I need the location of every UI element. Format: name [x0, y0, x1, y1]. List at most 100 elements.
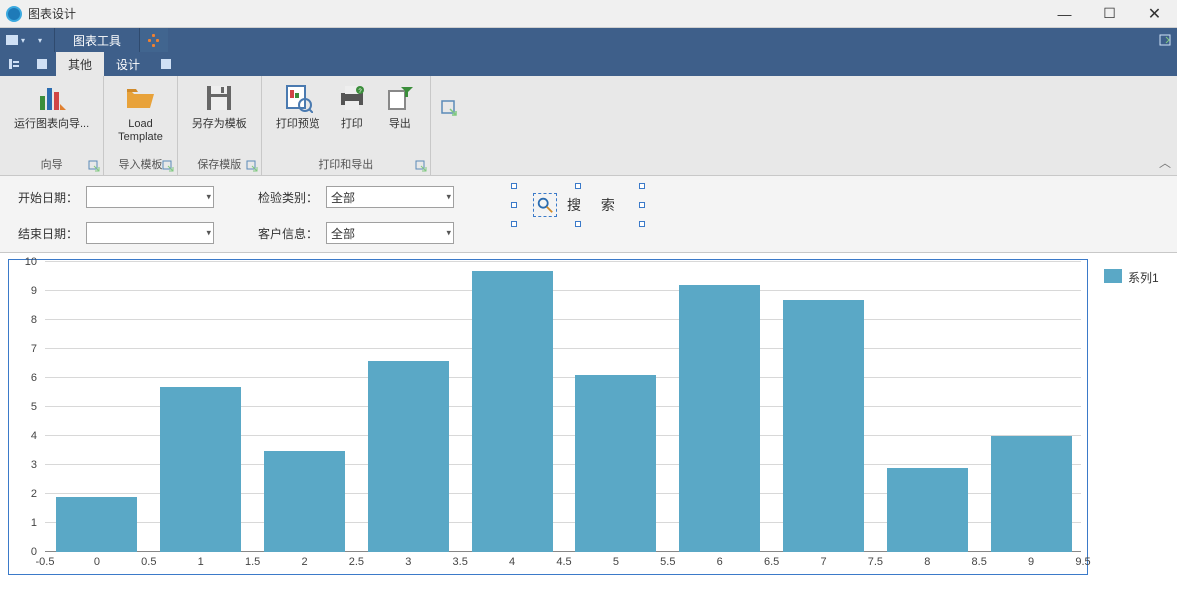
end-date-input[interactable]: ▾: [86, 222, 214, 244]
x-tick: 3: [405, 556, 411, 568]
ribbon-mini-1[interactable]: [0, 52, 28, 76]
chart-box[interactable]: 012345678910 -0.500.511.522.533.544.555.…: [8, 259, 1088, 575]
chart-bar[interactable]: [472, 271, 553, 552]
ribbon-body: 运行图表向导... 向导 Load Template 导入模板: [0, 76, 1177, 176]
x-tick: 5: [613, 556, 619, 568]
x-tick: 6.5: [764, 556, 779, 568]
end-date-label: 结束日期: [14, 225, 78, 242]
x-tick: 0.5: [141, 556, 156, 568]
test-type-label: 检验类别: [254, 189, 318, 206]
x-tick: 2: [301, 556, 307, 568]
start-date-input[interactable]: ▾: [86, 186, 214, 208]
group-launcher-icon[interactable]: [246, 160, 258, 172]
ribbon-tab-row: 其他 设计: [0, 52, 1177, 76]
x-tick: 6: [717, 556, 723, 568]
search-icon: [533, 193, 557, 217]
app-icon: [6, 6, 22, 22]
x-tick: 3.5: [453, 556, 468, 568]
dropdown-icon: ▾: [206, 192, 211, 203]
folder-open-icon: [124, 82, 156, 114]
run-chart-wizard-button[interactable]: 运行图表向导...: [8, 80, 95, 133]
chart-bar[interactable]: [264, 451, 345, 553]
printer-icon: ?: [336, 82, 368, 114]
x-tick: 8: [924, 556, 930, 568]
tab-design[interactable]: 设计: [104, 52, 152, 76]
y-tick: 5: [31, 401, 37, 413]
x-tick: 9.5: [1075, 556, 1090, 568]
ribbon-group-save: 另存为模板 保存模版: [178, 76, 262, 175]
chart-bar[interactable]: [160, 387, 241, 552]
y-tick: 4: [31, 430, 37, 442]
group-launcher-icon[interactable]: [88, 160, 100, 172]
dropdown-icon: ▾: [206, 228, 211, 239]
ribbon-quick-access: ▾ ▾ 图表工具: [0, 28, 1177, 52]
x-tick: 1.5: [245, 556, 260, 568]
x-tick: 8.5: [972, 556, 987, 568]
ribbon-collapse-button[interactable]: ︿: [1159, 154, 1171, 171]
close-button[interactable]: ✕: [1132, 0, 1177, 28]
ribbon-extra-button[interactable]: [437, 96, 461, 120]
bar-chart-icon: [36, 82, 68, 114]
print-preview-icon: [282, 82, 314, 114]
ribbon-context-title: 图表工具: [54, 28, 140, 52]
group-launcher-icon[interactable]: [162, 160, 174, 172]
minimize-button[interactable]: —: [1042, 0, 1087, 28]
y-tick: 10: [25, 256, 37, 268]
x-axis: -0.500.511.522.533.544.555.566.577.588.5…: [45, 554, 1081, 574]
load-template-button[interactable]: Load Template: [112, 80, 169, 146]
print-preview-button[interactable]: 打印预览: [270, 80, 326, 133]
chart-bar[interactable]: [783, 300, 864, 552]
ribbon-group-print-export: 打印预览 ? 打印: [262, 76, 431, 175]
search-button-selected[interactable]: 搜 索: [514, 186, 642, 224]
save-icon: [203, 82, 235, 114]
legend-label: 系列1: [1128, 269, 1159, 286]
ribbon-group-wizard: 运行图表向导... 向导: [0, 76, 104, 175]
window-title: 图表设计: [28, 5, 76, 22]
chart-bar[interactable]: [679, 285, 760, 552]
chart-bar[interactable]: [56, 497, 137, 552]
x-tick: 7: [820, 556, 826, 568]
save-as-template-button[interactable]: 另存为模板: [186, 80, 253, 133]
titlebar: 图表设计 — ☐ ✕: [0, 0, 1177, 28]
x-tick: 1: [198, 556, 204, 568]
maximize-button[interactable]: ☐: [1087, 0, 1132, 28]
x-tick: 2.5: [349, 556, 364, 568]
export-button[interactable]: 导出: [378, 80, 422, 133]
customer-select[interactable]: 全部▾: [326, 222, 454, 244]
x-tick: 0: [94, 556, 100, 568]
legend: 系列1: [1104, 259, 1159, 581]
legend-swatch: [1104, 269, 1122, 283]
y-tick: 6: [31, 372, 37, 384]
y-tick: 8: [31, 314, 37, 326]
chart-plot: [45, 264, 1081, 552]
ribbon-mini-3[interactable]: [152, 52, 180, 76]
dropdown-icon: ▾: [446, 192, 451, 203]
chart-bar[interactable]: [991, 436, 1072, 552]
search-label: 搜 索: [567, 195, 623, 215]
dropdown-icon: ▾: [446, 228, 451, 239]
start-date-label: 开始日期: [14, 189, 78, 206]
chart-bar[interactable]: [368, 361, 449, 552]
ribbon-right-icon[interactable]: [1153, 28, 1177, 52]
print-button[interactable]: ? 打印: [330, 80, 374, 133]
customer-label: 客户信息: [254, 225, 318, 242]
chart-bar[interactable]: [887, 468, 968, 552]
qat-file-button[interactable]: ▾: [4, 30, 26, 50]
x-tick: 7.5: [868, 556, 883, 568]
x-tick: 5.5: [660, 556, 675, 568]
qat-dropdown[interactable]: ▾: [28, 30, 50, 50]
ribbon-group-import: Load Template 导入模板: [104, 76, 178, 175]
ribbon-mini-2[interactable]: [28, 52, 56, 76]
x-tick: 4: [509, 556, 515, 568]
x-tick: -0.5: [36, 556, 55, 568]
chart-bar[interactable]: [575, 375, 656, 552]
test-type-select[interactable]: 全部▾: [326, 186, 454, 208]
x-tick: 9: [1028, 556, 1034, 568]
group-launcher-icon[interactable]: [415, 160, 427, 172]
filter-bar: 开始日期 ▾ 结束日期 ▾ 检验类别 全部▾ 客户信息 全部▾ 搜 索: [0, 176, 1177, 253]
qat-orange-button[interactable]: [140, 28, 168, 52]
y-tick: 2: [31, 488, 37, 500]
y-tick: 9: [31, 285, 37, 297]
y-axis: 012345678910: [9, 264, 41, 552]
tab-other[interactable]: 其他: [56, 52, 104, 76]
